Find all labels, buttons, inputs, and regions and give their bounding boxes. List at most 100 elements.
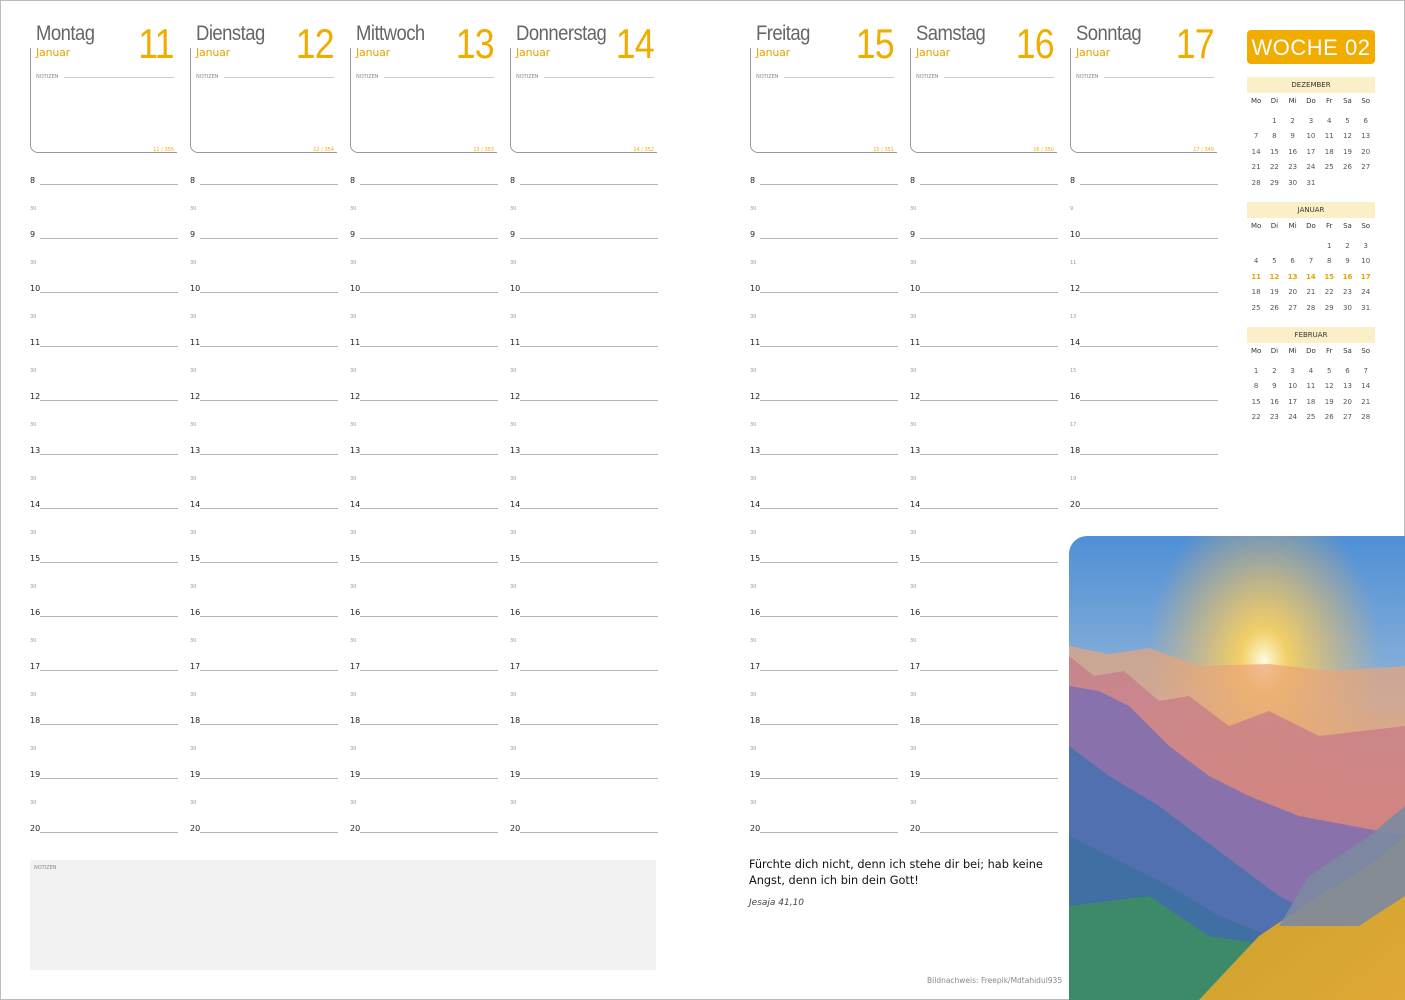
day-notes-box[interactable]	[1070, 48, 1217, 153]
hour-slot[interactable]: 19	[30, 764, 178, 791]
calendar-day[interactable]: 14	[1357, 378, 1375, 394]
half-hour-slot[interactable]: 30	[750, 305, 898, 332]
calendar-day[interactable]: 11	[1247, 269, 1265, 285]
half-hour-slot[interactable]: 30	[190, 467, 338, 494]
half-hour-slot[interactable]: 30	[350, 521, 498, 548]
half-hour-slot[interactable]: 30	[350, 737, 498, 764]
calendar-day[interactable]: 4	[1320, 113, 1338, 129]
hour-slot[interactable]: 9	[350, 224, 498, 251]
hour-slot[interactable]: 17	[910, 656, 1058, 683]
day-notes-box[interactable]	[510, 48, 657, 153]
hour-slot[interactable]: 10	[350, 278, 498, 305]
calendar-day[interactable]: 3	[1284, 363, 1302, 379]
calendar-day[interactable]: 10	[1357, 253, 1375, 269]
calendar-day[interactable]: 14	[1247, 144, 1265, 160]
calendar-day[interactable]: 13	[1357, 128, 1375, 144]
half-hour-slot[interactable]: 30	[910, 575, 1058, 602]
hour-slot[interactable]: 17	[190, 656, 338, 683]
half-hour-slot[interactable]: 30	[190, 521, 338, 548]
notes-area[interactable]: NOTIZEN	[30, 860, 656, 970]
calendar-day[interactable]: 13	[1284, 269, 1302, 285]
hour-slot[interactable]: 11	[350, 332, 498, 359]
calendar-day[interactable]: 25	[1320, 159, 1338, 175]
half-hour-slot[interactable]: 30	[350, 683, 498, 710]
hour-slot[interactable]: 18	[30, 710, 178, 737]
half-hour-slot[interactable]: 30	[750, 197, 898, 224]
calendar-day[interactable]: 23	[1284, 159, 1302, 175]
half-hour-slot[interactable]: 30	[750, 413, 898, 440]
hour-slot[interactable]: 12	[1070, 278, 1218, 305]
calendar-day[interactable]	[1338, 175, 1356, 191]
calendar-day[interactable]	[1320, 175, 1338, 191]
calendar-day[interactable]: 15	[1247, 394, 1265, 410]
hour-slot[interactable]: 18	[190, 710, 338, 737]
calendar-day[interactable]: 20	[1284, 284, 1302, 300]
calendar-day[interactable]: 1	[1320, 238, 1338, 254]
half-hour-slot[interactable]: 30	[510, 737, 658, 764]
half-hour-slot[interactable]: 30	[750, 629, 898, 656]
half-hour-slot[interactable]: 30	[190, 629, 338, 656]
calendar-day[interactable]: 14	[1302, 269, 1320, 285]
calendar-day[interactable]: 25	[1247, 300, 1265, 316]
half-hour-slot[interactable]: 30	[910, 467, 1058, 494]
calendar-day[interactable]	[1302, 238, 1320, 254]
calendar-day[interactable]: 23	[1338, 284, 1356, 300]
calendar-day[interactable]: 13	[1338, 378, 1356, 394]
calendar-day[interactable]: 30	[1284, 175, 1302, 191]
hour-slot[interactable]: 8	[1070, 170, 1218, 197]
half-hour-slot[interactable]: 30	[910, 197, 1058, 224]
hour-slot[interactable]: 14	[30, 494, 178, 521]
half-hour-slot[interactable]: 30	[350, 791, 498, 818]
calendar-day[interactable]: 4	[1302, 363, 1320, 379]
calendar-day[interactable]: 15	[1265, 144, 1283, 160]
hour-slot[interactable]: 19	[910, 764, 1058, 791]
calendar-day[interactable]: 1	[1265, 113, 1283, 129]
calendar-day[interactable]: 27	[1284, 300, 1302, 316]
calendar-day[interactable]: 3	[1302, 113, 1320, 129]
hour-slot[interactable]: 13	[510, 440, 658, 467]
half-hour-slot[interactable]: 30	[190, 359, 338, 386]
half-hour-slot[interactable]: 30	[30, 737, 178, 764]
calendar-day[interactable]: 18	[1302, 394, 1320, 410]
calendar-day[interactable]: 24	[1284, 409, 1302, 425]
hour-slot[interactable]: 12	[30, 386, 178, 413]
half-hour-slot[interactable]: 30	[510, 251, 658, 278]
calendar-day[interactable]: 7	[1302, 253, 1320, 269]
calendar-day[interactable]	[1357, 175, 1375, 191]
calendar-day[interactable]: 20	[1357, 144, 1375, 160]
calendar-day[interactable]: 18	[1320, 144, 1338, 160]
calendar-day[interactable]: 26	[1320, 409, 1338, 425]
hour-slot[interactable]: 11	[910, 332, 1058, 359]
half-hour-slot[interactable]: 30	[910, 791, 1058, 818]
calendar-day[interactable]: 15	[1320, 269, 1338, 285]
calendar-day[interactable]: 16	[1265, 394, 1283, 410]
hour-slot[interactable]: 17	[350, 656, 498, 683]
hour-slot[interactable]: 14	[510, 494, 658, 521]
hour-slot[interactable]: 19	[190, 764, 338, 791]
half-hour-slot[interactable]: 30	[910, 737, 1058, 764]
calendar-day[interactable]: 12	[1338, 128, 1356, 144]
calendar-day[interactable]: 8	[1247, 378, 1265, 394]
calendar-day[interactable]: 9	[1265, 378, 1283, 394]
half-hour-slot[interactable]: 30	[190, 575, 338, 602]
calendar-day[interactable]: 22	[1265, 159, 1283, 175]
day-notes-box[interactable]	[30, 48, 177, 153]
half-hour-slot[interactable]: 30	[910, 305, 1058, 332]
calendar-day[interactable]: 24	[1357, 284, 1375, 300]
hour-slot[interactable]: 8	[350, 170, 498, 197]
calendar-day[interactable]: 4	[1247, 253, 1265, 269]
half-hour-slot[interactable]: 30	[510, 359, 658, 386]
half-hour-slot[interactable]: 30	[30, 575, 178, 602]
half-hour-slot[interactable]: 30	[350, 251, 498, 278]
hour-slot[interactable]: 17	[750, 656, 898, 683]
hour-slot[interactable]: 16	[750, 602, 898, 629]
half-hour-slot[interactable]: 30	[350, 629, 498, 656]
hour-slot[interactable]: 12	[910, 386, 1058, 413]
hour-slot[interactable]: 20	[1070, 494, 1218, 521]
hour-slot[interactable]: 20	[750, 818, 898, 845]
half-hour-slot[interactable]: 30	[750, 791, 898, 818]
calendar-day[interactable]: 16	[1284, 144, 1302, 160]
hour-slot[interactable]: 11	[190, 332, 338, 359]
half-hour-slot[interactable]: 30	[190, 251, 338, 278]
calendar-day[interactable]: 23	[1265, 409, 1283, 425]
